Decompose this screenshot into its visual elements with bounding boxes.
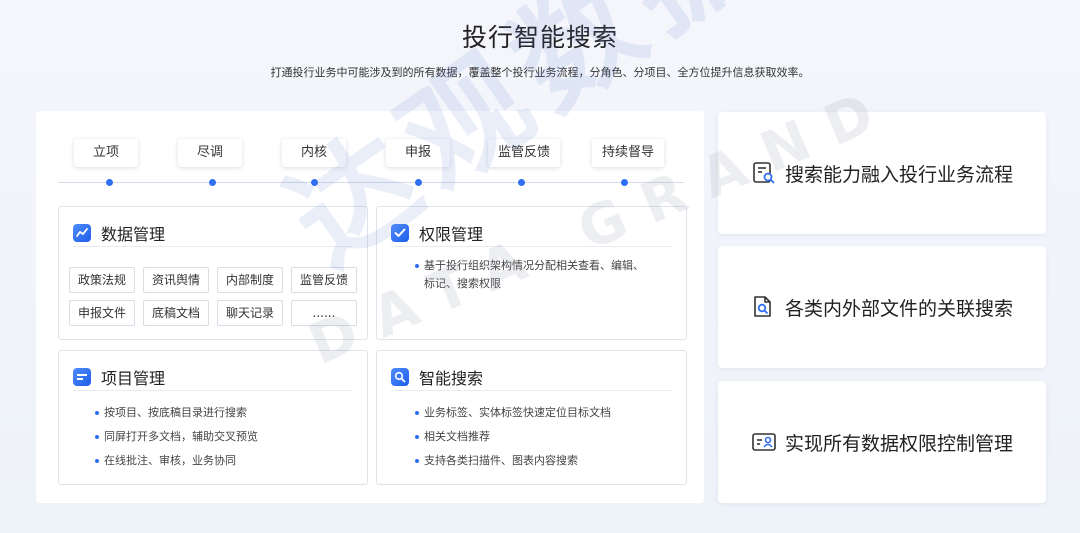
- project-management-card: 项目管理 按项目、按底稿目录进行搜索 同屏打开多文档，辅助交叉预览 在线批注、审…: [58, 350, 368, 485]
- page-title: 投行智能搜索: [461, 23, 618, 52]
- stage-shenbao[interactable]: 申报: [386, 139, 450, 167]
- list-item: 支持各类扫描件、图表内容搜索: [415, 449, 670, 473]
- feature-label: 各类内外部文件的关联搜索: [784, 297, 1013, 320]
- list-item: 相关文档推荐: [415, 425, 670, 449]
- permission-management-card: 权限管理 基于投行组织架构情况分配相关查看、编辑、标记、搜索权限: [376, 206, 687, 340]
- card-header: 智能搜索: [391, 363, 672, 391]
- stage-neihe[interactable]: 内核: [282, 139, 346, 167]
- stage-lixiang[interactable]: 立项: [74, 139, 138, 167]
- card-header: 权限管理: [391, 219, 672, 247]
- stage-jianguan-fankui[interactable]: 监管反馈: [488, 139, 560, 167]
- timeline-dot: [621, 179, 628, 186]
- card-title: 权限管理: [419, 224, 484, 244]
- data-tag-internal-rules[interactable]: 内部制度: [217, 267, 283, 293]
- permission-description: 基于投行组织架构情况分配相关查看、编辑、标记、搜索权限: [415, 257, 646, 293]
- smart-search-card: 智能搜索 业务标签、实体标签快速定位目标文档 相关文档推荐 支持各类扫描件、图表…: [376, 350, 687, 485]
- check-icon: [391, 223, 409, 242]
- data-tag-more[interactable]: ......: [291, 300, 357, 326]
- feature-label: 实现所有数据权限控制管理: [784, 432, 1013, 455]
- data-tag-regulatory-feedback[interactable]: 监管反馈: [291, 267, 357, 293]
- document-search-icon: [753, 162, 775, 184]
- feature-card-workflow-search: 搜索能力融入投行业务流程: [718, 112, 1046, 234]
- list-item: 同屏打开多文档，辅助交叉预览: [95, 425, 351, 449]
- card-title: 项目管理: [101, 368, 166, 388]
- card-title: 数据管理: [101, 224, 166, 244]
- feature-card-permission-control: 实现所有数据权限控制管理: [718, 381, 1046, 503]
- file-search-icon: [754, 296, 771, 317]
- user-permission-icon: [752, 433, 776, 451]
- data-tag-news[interactable]: 资讯舆情: [143, 267, 209, 293]
- card-title: 智能搜索: [419, 368, 484, 388]
- project-feature-list: 按项目、按底稿目录进行搜索 同屏打开多文档，辅助交叉预览 在线批注、审核，业务协…: [95, 401, 351, 473]
- data-tag-policy[interactable]: 政策法规: [69, 267, 135, 293]
- feature-label: 搜索能力融入投行业务流程: [784, 163, 1013, 186]
- timeline-line: [58, 182, 684, 183]
- search-icon: [391, 367, 409, 386]
- chart-line-icon: [73, 223, 91, 242]
- list-item: 业务标签、实体标签快速定位目标文档: [415, 401, 670, 425]
- stage-jindiao[interactable]: 尽调: [178, 139, 242, 167]
- timeline-dot: [518, 179, 525, 186]
- list-item: 按项目、按底稿目录进行搜索: [95, 401, 351, 425]
- card-header: 项目管理: [73, 363, 353, 391]
- data-tag-filing-docs[interactable]: 申报文件: [69, 300, 135, 326]
- data-tag-working-papers[interactable]: 底稿文档: [143, 300, 209, 326]
- data-management-card: 数据管理 政策法规 资讯舆情 内部制度 监管反馈 申报文件 底稿文档 聊天记录 …: [58, 206, 368, 340]
- project-icon: [73, 367, 91, 386]
- feature-card-linked-search: 各类内外部文件的关联搜索: [718, 246, 1046, 368]
- card-header: 数据管理: [73, 219, 353, 247]
- timeline-dot: [415, 179, 422, 186]
- list-item: 在线批注、审核，业务协同: [95, 449, 351, 473]
- timeline-dot: [209, 179, 216, 186]
- timeline-dot: [106, 179, 113, 186]
- data-tag-chat-records[interactable]: 聊天记录: [217, 300, 283, 326]
- timeline-dot: [311, 179, 318, 186]
- search-feature-list: 业务标签、实体标签快速定位目标文档 相关文档推荐 支持各类扫描件、图表内容搜索: [415, 401, 670, 473]
- main-panel: 立项 尽调 内核 申报 监管反馈 持续督导 数据管理 政策法规 资讯舆情 内部制…: [36, 111, 704, 503]
- page-subtitle: 打通投行业务中可能涉及到的所有数据，覆盖整个投行业务流程，分角色、分项目、全方位…: [270, 66, 810, 79]
- stage-chixu-dudao[interactable]: 持续督导: [592, 139, 664, 167]
